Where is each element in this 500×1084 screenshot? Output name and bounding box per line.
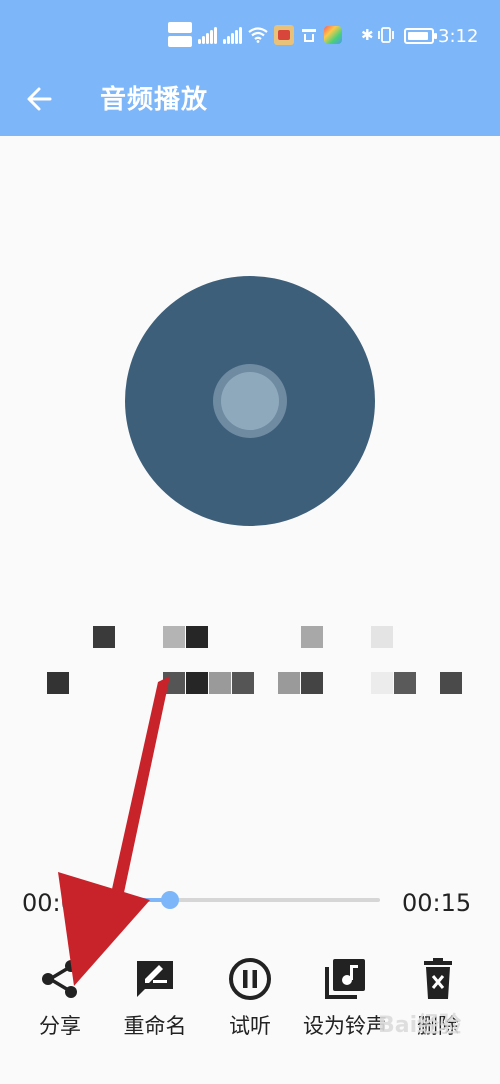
app-bar: ✱ 3:12 音频播放	[0, 0, 500, 136]
app-notification-icon	[274, 24, 294, 45]
app-notification-icon	[300, 26, 318, 44]
app-notification-icon	[324, 25, 342, 44]
share-label: 分享	[39, 1014, 81, 1038]
signal-4g-icon	[198, 26, 217, 44]
back-button[interactable]	[20, 80, 58, 118]
preview-label: 试听	[229, 1014, 271, 1038]
current-time: 00:0	[22, 889, 76, 917]
total-time: 00:15	[402, 889, 472, 917]
mosaic-block	[301, 626, 323, 648]
mosaic-block	[301, 672, 323, 694]
delete-icon	[424, 958, 452, 999]
mosaic-block	[371, 672, 393, 694]
rename-label: 重命名	[123, 1014, 187, 1038]
mosaic-block	[163, 672, 185, 694]
hd-icon	[168, 22, 192, 47]
mosaic-block	[93, 626, 115, 648]
preview-button[interactable]: 试听	[200, 955, 300, 1045]
mosaic-block	[186, 626, 208, 648]
status-time: 3:12	[438, 26, 479, 47]
rename-icon	[137, 961, 173, 997]
album-disc	[125, 276, 375, 526]
mosaic-block	[47, 672, 69, 694]
signal-4g-icon	[223, 26, 242, 44]
watermark: Bai经验	[378, 1013, 462, 1038]
seek-bar-played	[80, 898, 170, 902]
mosaic-block	[209, 672, 231, 694]
seek-bar-thumb[interactable]	[161, 891, 179, 909]
mosaic-block	[186, 672, 208, 694]
mosaic-block	[394, 672, 416, 694]
pause-icon	[229, 958, 271, 1000]
battery-level	[408, 32, 428, 40]
mosaic-block	[232, 672, 254, 694]
mosaic-block	[163, 626, 185, 648]
seek-bar[interactable]	[80, 898, 380, 902]
annotation-arrow	[58, 676, 170, 986]
vibrate-icon	[378, 27, 394, 43]
bluetooth-icon: ✱	[361, 26, 374, 44]
mosaic-block	[440, 672, 462, 694]
arrow-left-icon	[27, 87, 52, 111]
share-button[interactable]: 分享	[10, 955, 110, 1045]
status-icons	[168, 22, 342, 47]
disc-label-center	[221, 372, 279, 430]
music-library-icon	[325, 959, 365, 999]
status-bar: ✱ 3:12	[0, 0, 500, 70]
share-icon	[42, 960, 77, 998]
wifi-icon	[248, 26, 268, 43]
rename-button[interactable]: 重命名	[105, 955, 205, 1045]
battery-icon	[404, 28, 437, 44]
mosaic-block	[278, 672, 300, 694]
mosaic-block	[371, 626, 393, 648]
set-ringtone-label: 设为铃声	[303, 1014, 387, 1038]
page-title: 音频播放	[100, 85, 209, 115]
